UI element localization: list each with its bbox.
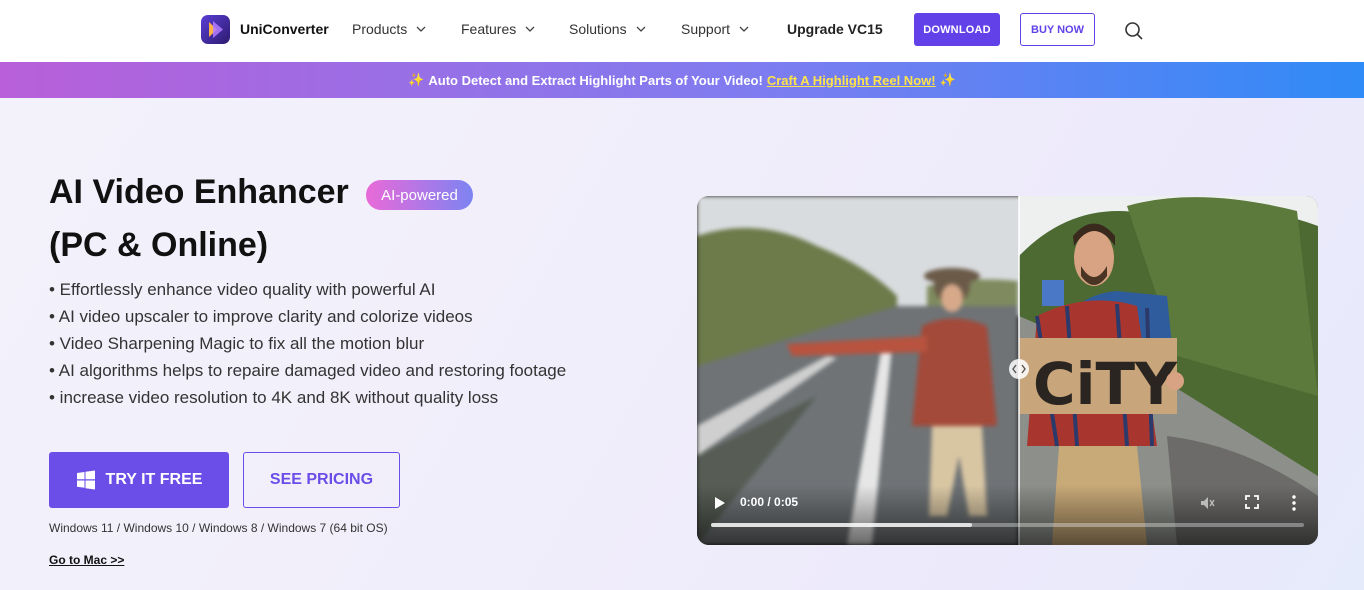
nav-solutions-label: Solutions: [569, 21, 627, 37]
nav-features-label: Features: [461, 21, 517, 37]
play-icon[interactable]: [714, 496, 726, 510]
feature-item: • AI algorithms helps to repaire damaged…: [49, 361, 567, 380]
buy-now-button[interactable]: BUY NOW: [1020, 13, 1095, 46]
page-title-sub: (PC & Online): [49, 226, 269, 264]
chevron-down-icon: [416, 26, 426, 32]
video-controls: [697, 485, 1318, 545]
ai-powered-badge: AI-powered: [366, 180, 473, 210]
feature-item: • Effortlessly enhance video quality wit…: [49, 280, 436, 299]
uniconverter-logo-icon[interactable]: [201, 15, 230, 44]
nav-products[interactable]: Products: [352, 21, 426, 37]
page-title: AI Video Enhancer: [49, 173, 349, 211]
comparison-video-player[interactable]: CiTY 0:00 / 0:05: [697, 196, 1318, 545]
brand-name[interactable]: UniConverter: [240, 21, 329, 37]
banner-text: Auto Detect and Extract Highlight Parts …: [428, 72, 763, 88]
nav-products-label: Products: [352, 21, 408, 37]
video-progress-buffered: [711, 523, 972, 527]
nav-solutions[interactable]: Solutions: [569, 21, 646, 37]
windows-icon: [76, 470, 95, 490]
chevron-down-icon: [739, 26, 749, 32]
top-nav: UniConverter Products Features Solutions…: [0, 0, 1364, 62]
feature-list: • Effortlessly enhance video quality wit…: [49, 276, 566, 411]
nav-support[interactable]: Support: [681, 21, 749, 37]
more-options-icon[interactable]: [1292, 495, 1296, 511]
feature-item: • AI video upscaler to improve clarity a…: [49, 307, 473, 326]
feature-item: • increase video resolution to 4K and 8K…: [49, 388, 499, 407]
go-to-mac-link[interactable]: Go to Mac >>: [49, 553, 124, 567]
see-pricing-button[interactable]: SEE PRICING: [243, 452, 400, 508]
nav-upgrade-link[interactable]: Upgrade VC15: [787, 21, 883, 37]
download-button[interactable]: DOWNLOAD: [914, 13, 1000, 46]
feature-item: • Video Sharpening Magic to fix all the …: [49, 334, 425, 353]
hero-section: AI Video Enhancer AI-powered (PC & Onlin…: [0, 98, 1364, 590]
os-support-text: Windows 11 / Windows 10 / Windows 8 / Wi…: [49, 521, 388, 535]
city-sign-text: CiTY: [1033, 350, 1178, 418]
search-icon[interactable]: [1124, 21, 1144, 41]
video-time: 0:00 / 0:05: [740, 495, 799, 509]
fullscreen-icon[interactable]: [1245, 495, 1259, 509]
sparkle-icon: ✨: [408, 72, 425, 87]
compare-handle-icon[interactable]: [1009, 359, 1029, 379]
sparkle-icon: ✨: [939, 72, 956, 87]
promo-banner: ✨ Auto Detect and Extract Highlight Part…: [0, 62, 1364, 98]
chevron-down-icon: [525, 26, 535, 32]
try-it-free-button[interactable]: TRY IT FREE: [49, 452, 229, 508]
banner-link[interactable]: Craft A Highlight Reel Now!: [767, 73, 936, 88]
try-it-free-label: TRY IT FREE: [105, 471, 203, 488]
chevron-down-icon: [636, 26, 646, 32]
nav-support-label: Support: [681, 21, 731, 37]
mute-icon[interactable]: [1199, 495, 1215, 511]
nav-features[interactable]: Features: [461, 21, 535, 37]
